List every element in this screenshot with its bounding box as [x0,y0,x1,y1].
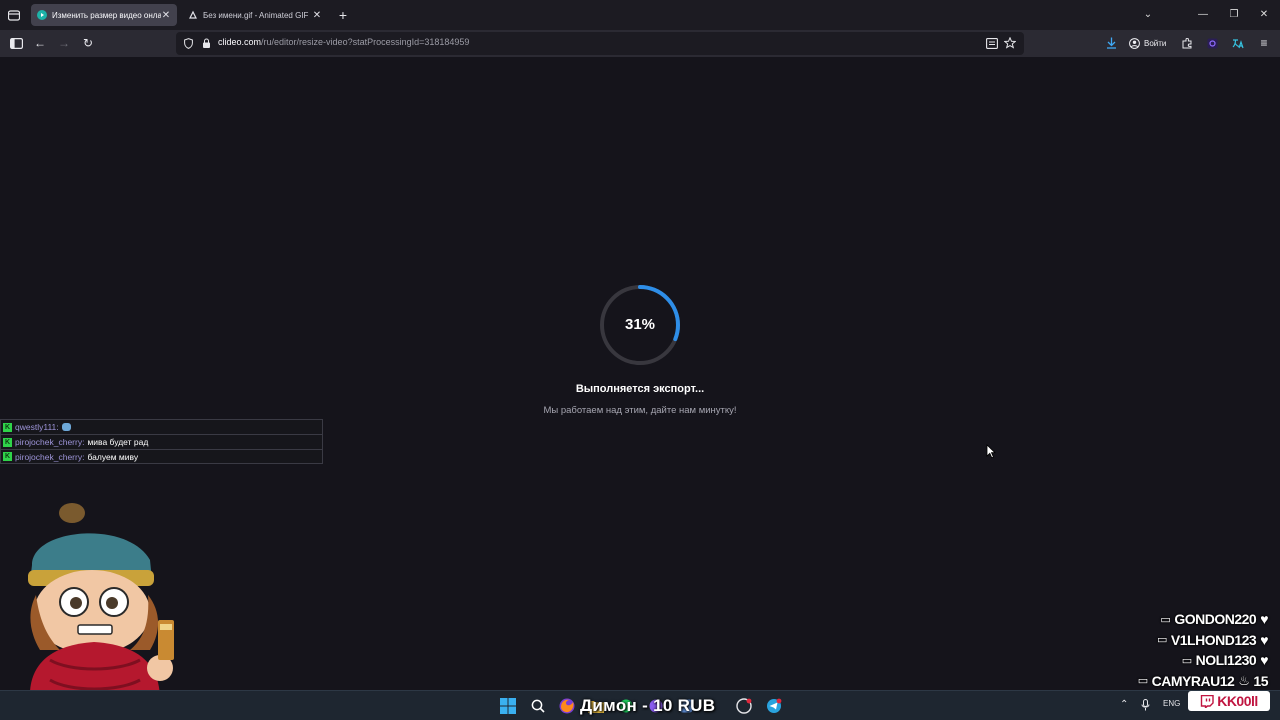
twitch-icon: ▭ [1157,634,1167,647]
subscriber-row: ▭ V1LHOND123 ♥ [1108,630,1268,651]
translate-extension-icon[interactable] [1229,34,1247,52]
subscriber-row: ▭ CAMYRAU12 ♨ 15 [1108,671,1269,692]
sidebar-toggle-icon[interactable] [7,34,25,52]
streamer-avatar [28,503,174,700]
extension-purple-icon[interactable] [1203,34,1221,52]
tab-title: Без имени.gif - Animated GIF [203,10,309,20]
export-status-title: Выполняется экспорт... [575,383,705,395]
donation-alert-text: Димон - 10 RUB [580,696,716,715]
microphone-icon[interactable] [1141,699,1150,713]
chat-username: qwestly111: [15,422,59,432]
telegram-icon[interactable] [764,696,784,716]
subscriber-count: 15 [1253,672,1268,689]
reload-icon[interactable]: ↻ [79,34,97,52]
tab-strip: Изменить размер видео онлайн ✕ Без имени… [0,0,1280,30]
url-path: /ru/editor/resize-video?statProcessingId… [261,37,470,47]
sign-in-label: Войти [1144,39,1167,48]
hamburger-menu-icon[interactable]: ≡ [1255,34,1273,52]
tray-overflow-chevron-icon[interactable]: ⌃ [1120,699,1128,710]
forward-arrow-icon[interactable]: → [55,34,73,52]
progress-percent: 31% [624,316,656,333]
subscriber-row: ▭ GONDON220 ♥ [1108,609,1268,630]
search-icon[interactable] [528,696,548,716]
subscriber-row: ▭ NOLI1230 ♥ [1108,650,1269,671]
maximize-icon[interactable]: ❐ [1226,6,1242,24]
tab-list-icon [8,9,20,21]
close-tab-icon[interactable]: ✕ [161,10,171,21]
tab-list-button[interactable] [4,5,24,25]
stream-badge: KK00ll [1188,691,1270,711]
progress-ring: 31% [598,283,682,367]
clideo-play-icon [37,10,47,20]
tab-gif[interactable]: Без имени.gif - Animated GIF ✕ [182,4,328,26]
chat-text: балуем миву [87,451,139,462]
new-tab-button[interactable]: + [336,6,350,24]
emote-icon [61,423,71,431]
tab-clideo[interactable]: Изменить размер видео онлайн ✕ [31,4,177,26]
twitch-icon: ▭ [1160,613,1171,626]
lock-icon[interactable] [202,38,211,49]
ezgif-icon [189,10,197,19]
twitch-icon [1201,694,1214,708]
extensions-puzzle-icon[interactable] [1178,34,1196,52]
heart-icon: ♥ [1260,611,1268,628]
address-bar[interactable]: clideo.com/ru/editor/resize-video?statPr… [176,32,1024,55]
chat-message: K pirojochek_cherry: балуем миву [0,449,323,464]
minimize-icon[interactable]: — [1195,6,1211,24]
chat-message: K qwestly111: [0,419,323,434]
chat-username: pirojochek_cherry: [15,437,85,447]
kick-badge-icon: K [3,422,12,432]
steam-icon[interactable] [734,696,754,716]
firefox-icon[interactable] [557,696,577,716]
mouse-cursor-icon [986,444,996,459]
sign-in-button[interactable]: Войти [1129,35,1166,52]
heart-icon: ♥ [1260,652,1268,669]
heart-icon: ♥ [1260,631,1268,648]
windows-start-icon[interactable] [498,696,518,716]
close-tab-icon[interactable]: ✕ [312,10,322,21]
screen: Изменить размер видео онлайн ✕ Без имени… [0,0,1280,720]
shield-icon[interactable] [184,38,193,49]
downloads-icon[interactable] [1102,34,1120,52]
bookmark-star-icon[interactable] [1004,37,1016,49]
export-status-subtitle: Мы работаем над этим, дайте нам минутку! [543,405,737,416]
url-host: clideo.com [218,37,262,47]
kick-badge-icon: K [3,452,12,461]
back-arrow-icon[interactable]: ← [31,34,49,52]
navigation-toolbar: ← → ↻ clideo.com/ru/editor/resize-video?… [0,30,1280,57]
account-icon [1129,38,1140,49]
twitch-icon: ▭ [1137,675,1148,688]
url-text: clideo.com/ru/editor/resize-video?statPr… [218,37,469,47]
subscriber-name: V1LHOND123 [1170,631,1257,648]
kick-badge-icon: K [3,437,12,447]
tab-overflow-chevron-icon[interactable]: ⌄ [1140,6,1156,24]
subscriber-list: ▭ GONDON220 ♥ ▭ V1LHOND123 ♥ ▭ NOLI1230 … [1108,609,1269,692]
reader-view-icon[interactable] [986,38,998,49]
stream-badge-label: KK00ll [1217,693,1258,709]
chat-username: pirojochek_cherry: [15,451,85,462]
tab-title: Изменить размер видео онлайн [52,10,161,20]
subscriber-name: GONDON220 [1174,611,1257,628]
subscriber-name: CAMYRAU12 [1151,672,1235,689]
twitch-icon: ▭ [1181,654,1192,667]
chat-message: K pirojochek_cherry: мива будет рад [0,434,323,449]
windows-taskbar: Димон - 10 RUB ⌃ ENG [0,690,1280,720]
stream-chat-overlay: K qwestly111: K pirojochek_cherry: мива … [0,419,323,464]
subscriber-name: NOLI1230 [1195,652,1257,669]
language-indicator[interactable]: ENG [1163,699,1180,708]
close-window-icon[interactable]: ✕ [1256,6,1272,24]
chat-text: мива будет рад [87,437,149,447]
fire-icon: ♨ [1238,672,1250,688]
